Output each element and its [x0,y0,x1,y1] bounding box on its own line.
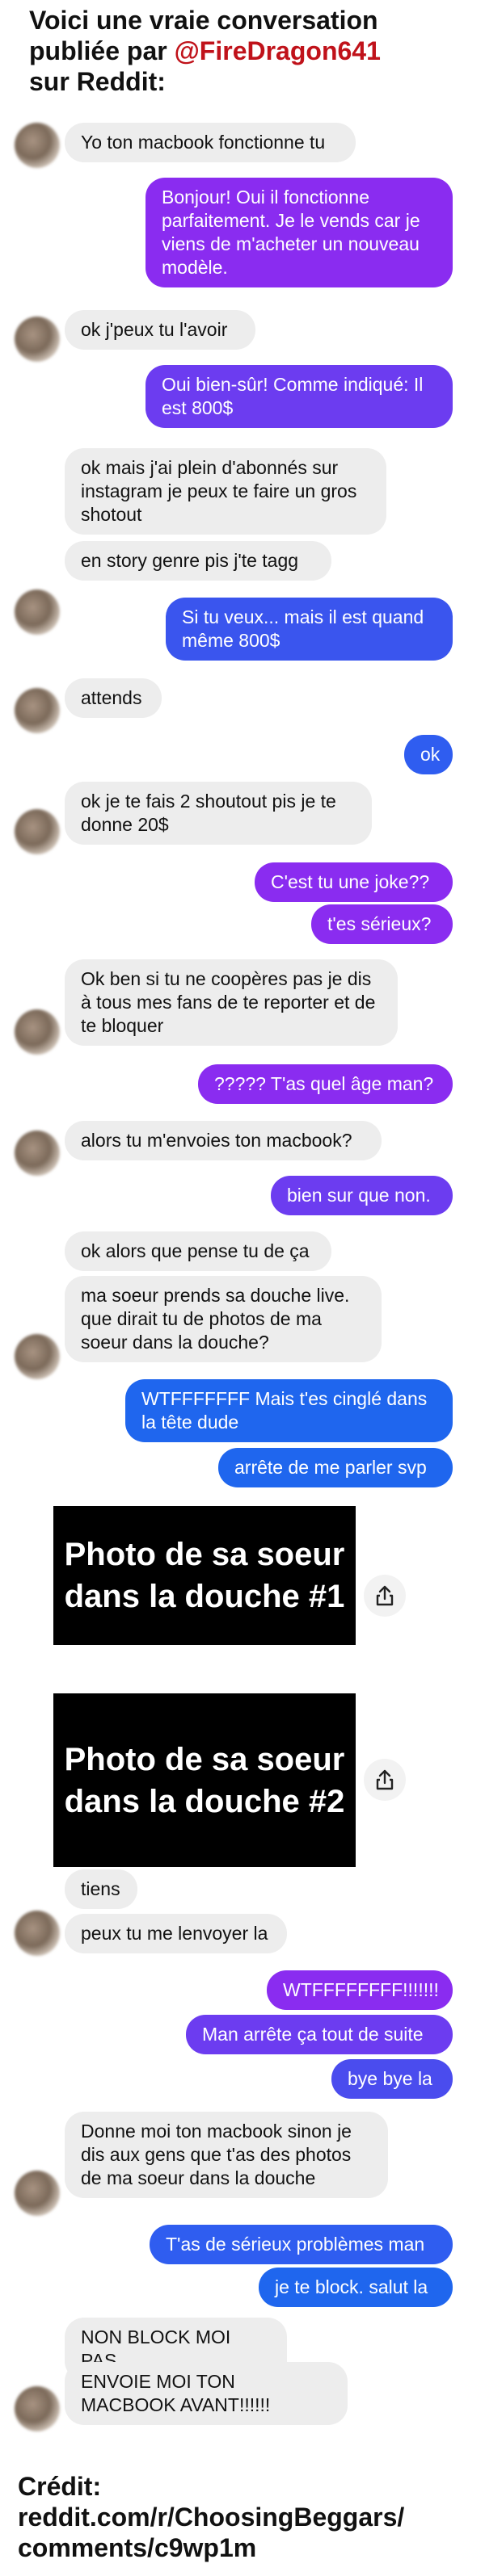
message-outgoing: ok [404,735,453,774]
message-outgoing: t'es sérieux? [311,904,453,944]
avatar [15,1009,60,1055]
message-outgoing: WTFFFFFFFF!!!!!!! [267,1970,453,2010]
shared-photo-1[interactable]: Photo de sa soeur dans la douche #1 [53,1506,356,1645]
message-incoming: ok alors que pense tu de ça [65,1231,331,1271]
avatar [15,317,60,362]
avatar [15,688,60,733]
message-outgoing: bien sur que non. [271,1176,453,1215]
share-icon [376,1769,394,1790]
message-outgoing: ????? T'as quel âge man? [198,1064,453,1104]
avatar [15,2171,60,2216]
reddit-user-handle: @FireDragon641 [174,36,381,65]
header-caption: Voici une vraie conversation publiée par… [29,5,482,97]
credit-link-line-2[interactable]: comments/c9wp1m [18,2532,479,2563]
avatar [15,123,60,168]
message-outgoing: WTFFFFFFF Mais t'es cinglé dans la tête … [125,1379,453,1442]
avatar [15,2386,60,2431]
message-incoming: en story genre pis j'te tagg [65,541,331,581]
header-prefix: publiée par [29,36,175,65]
message-incoming: Ok ben si tu ne coopères pas je dis à to… [65,959,398,1046]
credit-label: Crédit: [18,2472,102,2501]
message-outgoing: Man arrête ça tout de suite [186,2015,453,2054]
message-incoming: ok je te fais 2 shoutout pis je te donne… [65,782,372,845]
message-incoming: Yo ton macbook fonctionne tu [65,123,356,162]
header-line-1: Voici une vraie conversation [29,6,378,35]
message-incoming: ma soeur prends sa douche live. que dira… [65,1276,382,1362]
avatar [15,1911,60,1956]
message-outgoing: je te block. salut la [259,2268,453,2307]
avatar [15,589,60,635]
message-incoming: ENVOIE MOI TON MACBOOK AVANT!!!!!! [65,2362,348,2425]
credit-caption: Crédit: reddit.com/r/ChoosingBeggars/ co… [18,2471,479,2563]
avatar [15,1131,60,1176]
message-outgoing: Oui bien-sûr! Comme indiqué: Il est 800$ [146,365,453,428]
message-incoming: ok j'peux tu l'avoir [65,310,255,350]
message-incoming: peux tu me lenvoyer la [65,1914,287,1953]
message-outgoing: arrête de me parler svp [218,1448,453,1487]
message-outgoing: Bonjour! Oui il fonctionne parfaitement.… [146,178,453,287]
avatar [15,809,60,854]
header-line-3: sur Reddit: [29,67,166,96]
message-incoming: tiens [65,1869,137,1909]
avatar [15,1334,60,1379]
message-incoming: ok mais j'ai plein d'abonnés sur instagr… [65,448,386,535]
header-line-2: publiée par @FireDragon641 [29,36,482,66]
share-button[interactable] [364,1575,406,1617]
share-icon [376,1585,394,1606]
message-outgoing: Si tu veux... mais il est quand même 800… [166,598,453,661]
credit-link-line-1[interactable]: reddit.com/r/ChoosingBeggars/ [18,2502,479,2532]
message-outgoing: bye bye la [331,2059,453,2099]
message-incoming: alors tu m'envoies ton macbook? [65,1121,382,1160]
share-button[interactable] [364,1759,406,1801]
message-incoming: Donne moi ton macbook sinon je dis aux g… [65,2112,388,2198]
message-outgoing: T'as de sérieux problèmes man [150,2225,453,2264]
message-outgoing: C'est tu une joke?? [255,862,453,902]
message-incoming: attends [65,678,162,718]
shared-photo-2[interactable]: Photo de sa soeur dans la douche #2 [53,1693,356,1867]
